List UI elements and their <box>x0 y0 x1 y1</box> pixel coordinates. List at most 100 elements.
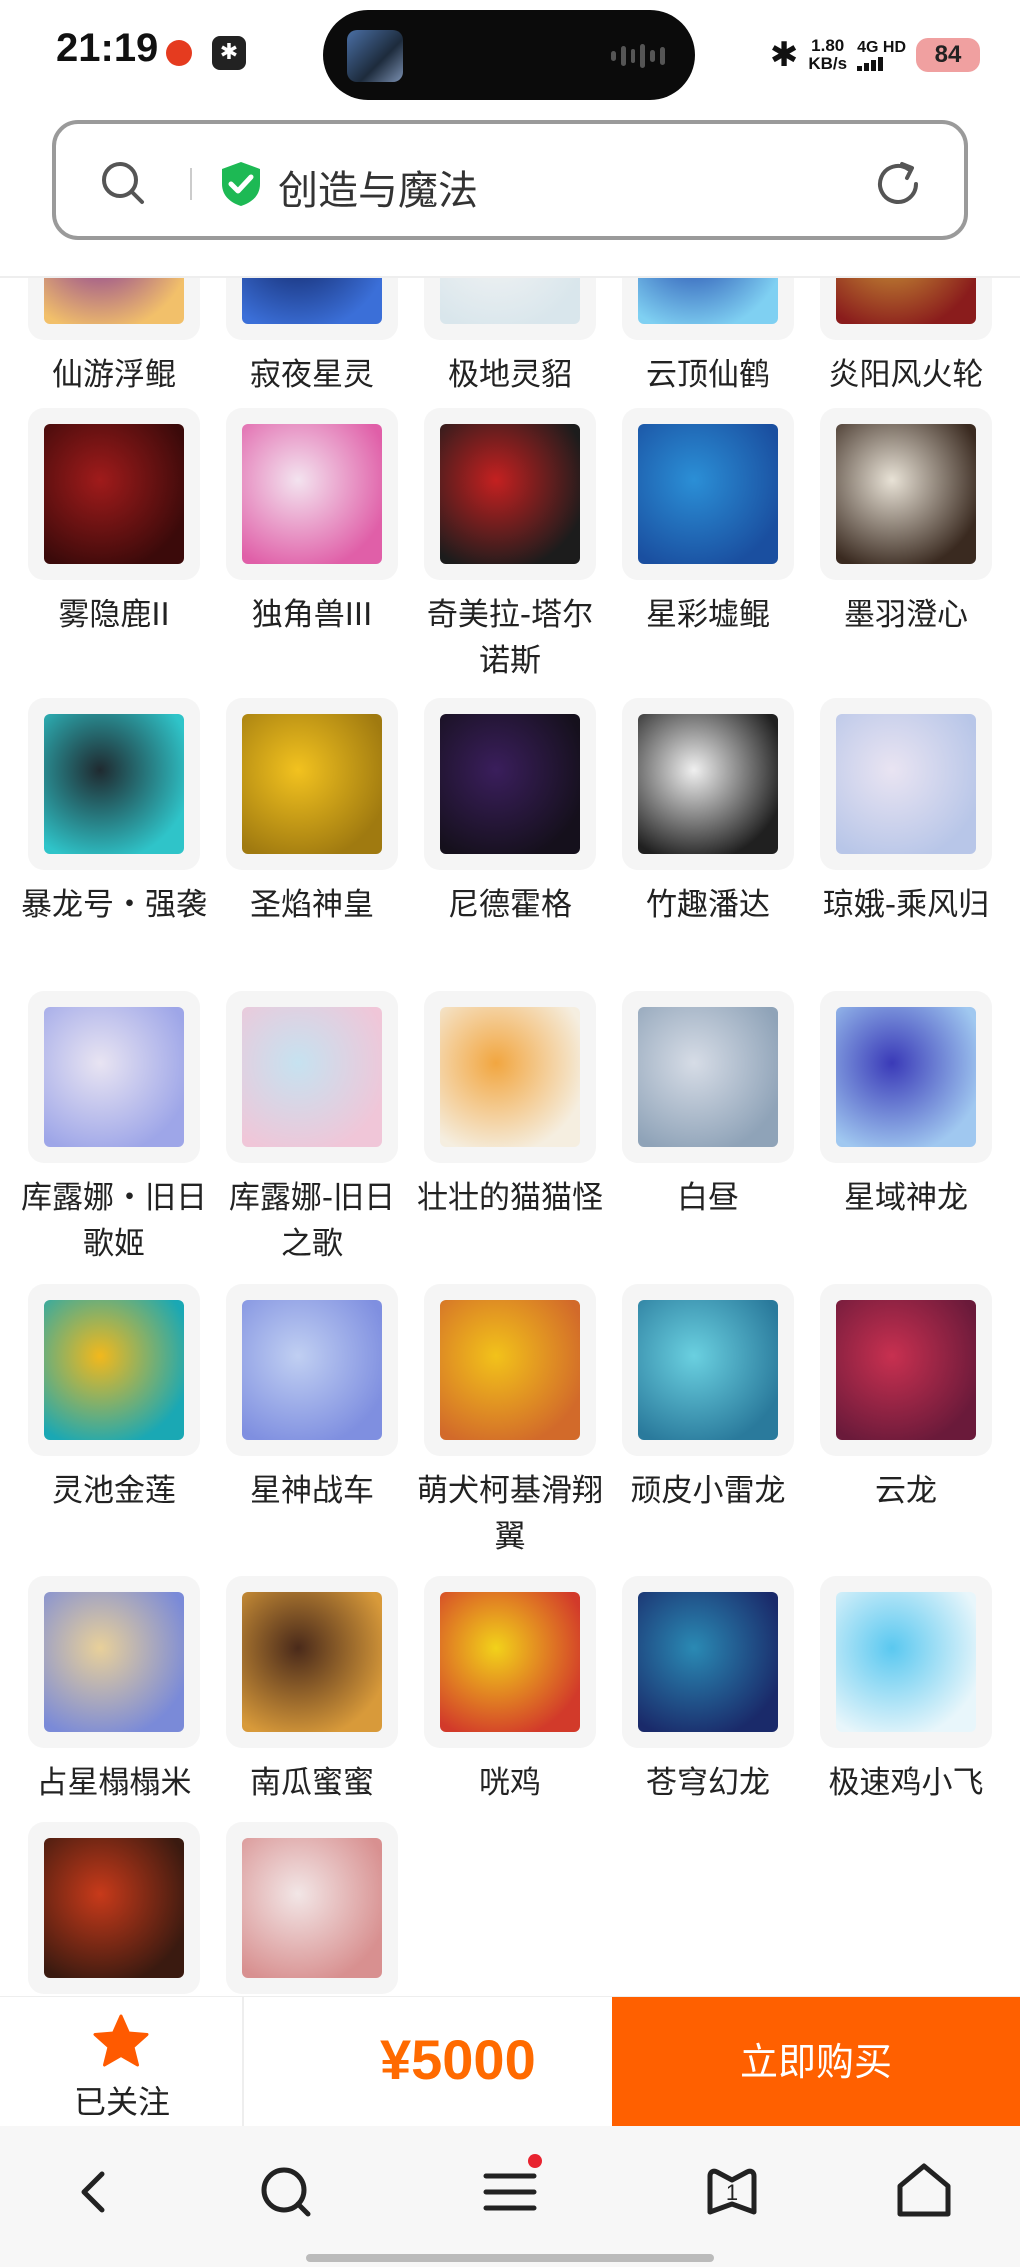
item-thumbnail[interactable] <box>28 408 200 580</box>
grid-item[interactable]: 库露娜-旧日之歌 <box>226 991 398 1267</box>
item-label: 极地灵貂 <box>448 357 572 393</box>
item-thumbnail[interactable] <box>28 698 200 870</box>
item-thumbnail[interactable] <box>226 408 398 580</box>
item-label: 南瓜蜜蜜 <box>250 1765 374 1801</box>
item-thumbnail[interactable] <box>424 408 596 580</box>
grid-item[interactable]: 暴龙号・强袭 <box>21 698 207 928</box>
item-thumbnail[interactable] <box>622 1576 794 1748</box>
item-label: 星神战车 <box>250 1473 374 1509</box>
grid-item[interactable]: 咣鸡 <box>424 1576 596 1806</box>
grid-item[interactable]: 炎阳风火轮 <box>820 278 992 398</box>
item-label: 咣鸡 <box>479 1765 541 1801</box>
search-query[interactable]: 创造与魔法 <box>278 158 478 216</box>
item-thumbnail[interactable] <box>820 1576 992 1748</box>
grid-item[interactable] <box>226 1822 398 1994</box>
item-image <box>440 714 580 854</box>
item-label: 顽皮小雷龙 <box>630 1473 786 1509</box>
item-grid[interactable]: 仙游浮鲲 寂夜星灵 极地灵貂 云顶仙鹤 炎阳风火轮雾隐鹿II 独角兽III 奇美拉-塔尔诺斯… <box>0 278 1020 1998</box>
grid-item[interactable]: 琼娥-乘风归 <box>820 698 992 928</box>
grid-item[interactable]: 库露娜・旧日歌姬 <box>21 991 207 1267</box>
item-thumbnail[interactable] <box>622 991 794 1163</box>
item-label: 仙游浮鲲 <box>52 357 176 393</box>
tabs-button[interactable]: 1 <box>692 2152 772 2232</box>
grid-item[interactable]: 奇美拉-塔尔诺斯 <box>424 408 596 684</box>
item-thumbnail[interactable] <box>820 991 992 1163</box>
item-thumbnail[interactable] <box>622 278 794 340</box>
item-thumbnail[interactable] <box>820 1284 992 1456</box>
grid-item[interactable]: 白昼 <box>622 991 794 1221</box>
item-thumbnail[interactable] <box>226 991 398 1163</box>
buy-now-button[interactable]: 立即购买 <box>612 1997 1020 2127</box>
item-thumbnail[interactable] <box>226 698 398 870</box>
grid-item[interactable]: 圣焰神皇 <box>226 698 398 928</box>
grid-item[interactable]: 顽皮小雷龙 <box>622 1284 794 1514</box>
item-image <box>440 1007 580 1147</box>
dynamic-island[interactable] <box>323 10 695 100</box>
grid-item[interactable]: 灵池金莲 <box>28 1284 200 1514</box>
item-thumbnail[interactable] <box>226 1284 398 1456</box>
item-thumbnail[interactable] <box>28 1822 200 1994</box>
item-label: 萌犬柯基滑翔翼 <box>417 1473 603 1555</box>
network-type: 4G HD <box>857 39 906 56</box>
grid-item[interactable]: 极地灵貂 <box>424 278 596 398</box>
grid-item[interactable]: 极速鸡小飞 <box>820 1576 992 1806</box>
item-label: 琼娥-乘风归 <box>822 887 990 923</box>
nav-search-button[interactable] <box>246 2152 326 2232</box>
item-thumbnail[interactable] <box>622 1284 794 1456</box>
item-thumbnail[interactable] <box>424 698 596 870</box>
back-button[interactable] <box>56 2152 136 2232</box>
item-thumbnail[interactable] <box>424 278 596 340</box>
grid-item[interactable]: 星域神龙 <box>820 991 992 1221</box>
item-image <box>638 1300 778 1440</box>
item-image <box>242 1592 382 1732</box>
item-thumbnail[interactable] <box>226 1822 398 1994</box>
item-thumbnail[interactable] <box>622 698 794 870</box>
grid-item[interactable]: 墨羽澄心 <box>820 408 992 638</box>
item-thumbnail[interactable] <box>424 1284 596 1456</box>
bottom-nav: 1 <box>0 2126 1020 2267</box>
item-thumbnail[interactable] <box>820 698 992 870</box>
grid-item[interactable]: 云顶仙鹤 <box>622 278 794 398</box>
item-thumbnail[interactable] <box>28 278 200 340</box>
grid-item[interactable]: 南瓜蜜蜜 <box>226 1576 398 1806</box>
item-thumbnail[interactable] <box>226 1576 398 1748</box>
grid-item[interactable]: 占星榻榻米 <box>28 1576 200 1806</box>
item-image <box>440 278 580 324</box>
item-label: 灵池金莲 <box>52 1473 176 1509</box>
item-thumbnail[interactable] <box>28 991 200 1163</box>
grid-item[interactable]: 星神战车 <box>226 1284 398 1514</box>
grid-item[interactable]: 壮壮的猫猫怪 <box>417 991 603 1221</box>
grid-item[interactable]: 苍穹幻龙 <box>622 1576 794 1806</box>
grid-item[interactable]: 寂夜星灵 <box>226 278 398 398</box>
item-thumbnail[interactable] <box>28 1576 200 1748</box>
status-bar: 21:19 ✱ ✱ 1.80 KB/s 4G HD 84 <box>0 0 1020 110</box>
grid-item[interactable]: 独角兽III <box>226 408 398 638</box>
item-thumbnail[interactable] <box>622 408 794 580</box>
item-label: 寂夜星灵 <box>250 357 374 393</box>
grid-item[interactable]: 星彩墟鲲 <box>622 408 794 638</box>
grid-item[interactable]: 仙游浮鲲 <box>28 278 200 398</box>
search-bar[interactable]: 创造与魔法 <box>52 120 968 240</box>
status-time: 21:19 <box>56 26 159 70</box>
grid-item[interactable]: 雾隐鹿II <box>28 408 200 638</box>
network-speed-value: 1.80 <box>811 36 845 55</box>
item-thumbnail[interactable] <box>820 278 992 340</box>
follow-button[interactable]: 已关注 <box>0 1997 244 2127</box>
item-thumbnail[interactable] <box>424 991 596 1163</box>
grid-item[interactable]: 竹趣潘达 <box>622 698 794 928</box>
grid-item[interactable]: 尼德霍格 <box>424 698 596 928</box>
home-button[interactable] <box>884 2152 964 2232</box>
refresh-icon[interactable] <box>872 158 924 210</box>
item-image <box>242 278 382 324</box>
grid-item[interactable] <box>28 1822 200 1994</box>
item-thumbnail[interactable] <box>820 408 992 580</box>
item-thumbnail[interactable] <box>28 1284 200 1456</box>
item-label: 库露娜-旧日之歌 <box>228 1180 396 1262</box>
menu-button[interactable] <box>470 2152 550 2232</box>
item-thumbnail[interactable] <box>424 1576 596 1748</box>
home-indicator[interactable] <box>306 2254 714 2262</box>
grid-item[interactable]: 萌犬柯基滑翔翼 <box>417 1284 603 1560</box>
item-thumbnail[interactable] <box>226 278 398 340</box>
grid-item[interactable]: 云龙 <box>820 1284 992 1514</box>
search-icon[interactable] <box>100 160 146 206</box>
